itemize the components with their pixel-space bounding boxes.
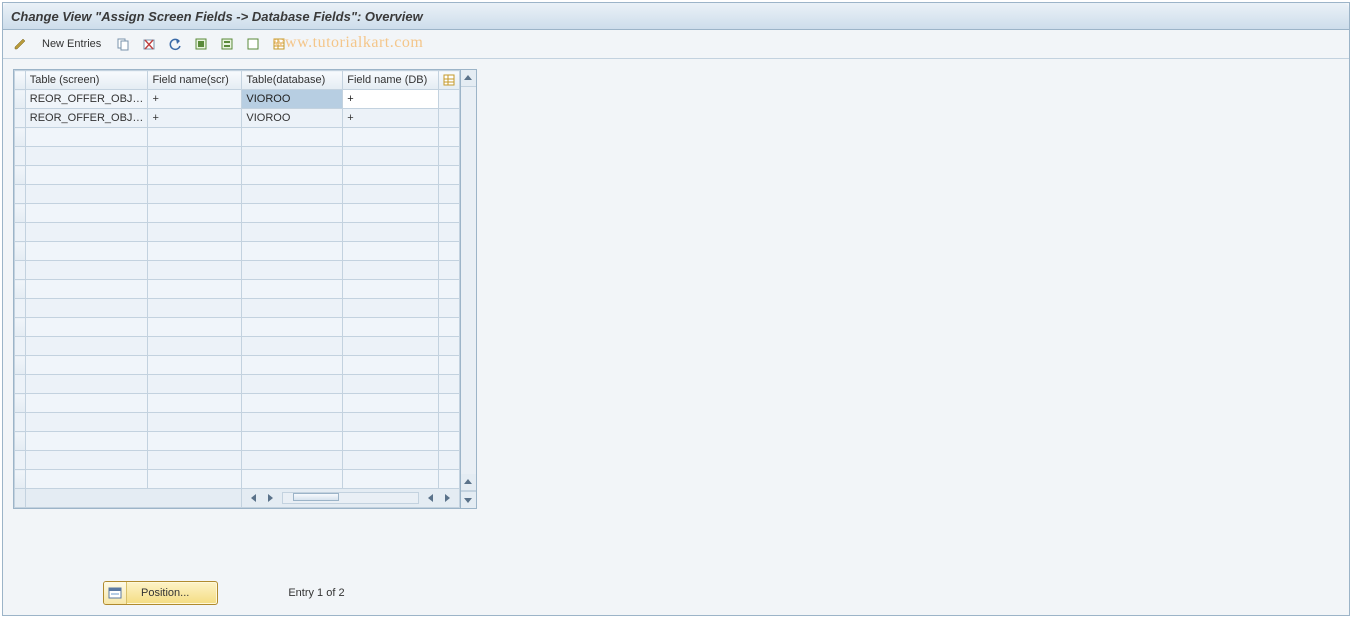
horizontal-scrollbar-row <box>15 489 460 508</box>
delete-icon[interactable] <box>138 33 160 55</box>
scroll-left-end-icon[interactable] <box>424 491 438 505</box>
table-row[interactable]: REOR_OFFER_OBJ… + VIOROO + <box>15 90 460 109</box>
watermark-text: www.tutorialkart.com <box>273 34 423 52</box>
col-db-table[interactable]: Table(database) <box>242 71 343 90</box>
row-selector[interactable] <box>15 109 26 128</box>
col-screen-table[interactable]: Table (screen) <box>25 71 148 90</box>
toggle-edit-icon[interactable] <box>9 33 31 55</box>
toolbar: New Entries www.tutorialkart.com <box>3 30 1349 59</box>
table-row[interactable] <box>15 223 460 242</box>
grid-table: Table (screen) Field name(scr) Table(dat… <box>14 70 460 508</box>
horizontal-scrollbar[interactable] <box>246 490 454 507</box>
table-row[interactable] <box>15 147 460 166</box>
scroll-down-icon[interactable] <box>461 491 476 508</box>
cell-screen-table[interactable]: REOR_OFFER_OBJ… <box>25 109 148 128</box>
table-row[interactable] <box>15 375 460 394</box>
row-selector[interactable] <box>15 90 26 109</box>
position-button-label: Position... <box>127 587 217 599</box>
table-row[interactable]: REOR_OFFER_OBJ… + VIOROO + <box>15 109 460 128</box>
row-selector-header[interactable] <box>15 71 26 90</box>
cell-db-field[interactable]: + <box>343 90 438 109</box>
scroll-up-icon[interactable] <box>461 70 476 87</box>
table-row[interactable] <box>15 299 460 318</box>
position-button[interactable]: Position... <box>103 581 218 605</box>
table-row[interactable] <box>15 318 460 337</box>
table-row[interactable] <box>15 451 460 470</box>
scroll-right-end-icon[interactable] <box>440 491 454 505</box>
table-settings-icon[interactable] <box>268 33 290 55</box>
table-row[interactable] <box>15 470 460 489</box>
copy-icon[interactable] <box>112 33 134 55</box>
select-all-icon[interactable] <box>190 33 212 55</box>
undo-icon[interactable] <box>164 33 186 55</box>
page-title: Change View "Assign Screen Fields -> Dat… <box>11 9 423 24</box>
footer: Position... Entry 1 of 2 <box>3 581 1349 605</box>
table-row[interactable] <box>15 394 460 413</box>
table-row[interactable] <box>15 280 460 299</box>
table-row[interactable] <box>15 242 460 261</box>
table-row[interactable] <box>15 356 460 375</box>
cell-db-table[interactable]: VIOROO <box>242 109 343 128</box>
data-grid: Table (screen) Field name(scr) Table(dat… <box>13 69 477 509</box>
entry-counter: Entry 1 of 2 <box>288 587 344 599</box>
table-row[interactable] <box>15 337 460 356</box>
scroll-up-step-icon[interactable] <box>461 474 476 491</box>
table-row[interactable] <box>15 204 460 223</box>
position-icon <box>104 582 127 604</box>
cell-db-table[interactable]: VIOROO <box>242 90 343 109</box>
scroll-right-icon[interactable] <box>263 491 277 505</box>
select-block-icon[interactable] <box>216 33 238 55</box>
table-row[interactable] <box>15 261 460 280</box>
table-row[interactable] <box>15 128 460 147</box>
grid-header-row: Table (screen) Field name(scr) Table(dat… <box>15 71 460 90</box>
new-entries-button[interactable]: New Entries <box>35 33 108 55</box>
table-row[interactable] <box>15 413 460 432</box>
cell-screen-table[interactable]: REOR_OFFER_OBJ… <box>25 90 148 109</box>
cell-db-field[interactable]: + <box>343 109 438 128</box>
table-row[interactable] <box>15 432 460 451</box>
cell-screen-field[interactable]: + <box>148 109 242 128</box>
deselect-all-icon[interactable] <box>242 33 264 55</box>
table-row[interactable] <box>15 185 460 204</box>
configure-columns-icon[interactable] <box>438 71 459 90</box>
table-row[interactable] <box>15 166 460 185</box>
vertical-scrollbar[interactable] <box>460 70 476 508</box>
cell-screen-field[interactable]: + <box>148 90 242 109</box>
scroll-left-icon[interactable] <box>247 491 261 505</box>
col-screen-field[interactable]: Field name(scr) <box>148 71 242 90</box>
title-bar: Change View "Assign Screen Fields -> Dat… <box>3 3 1349 30</box>
col-db-field[interactable]: Field name (DB) <box>343 71 438 90</box>
